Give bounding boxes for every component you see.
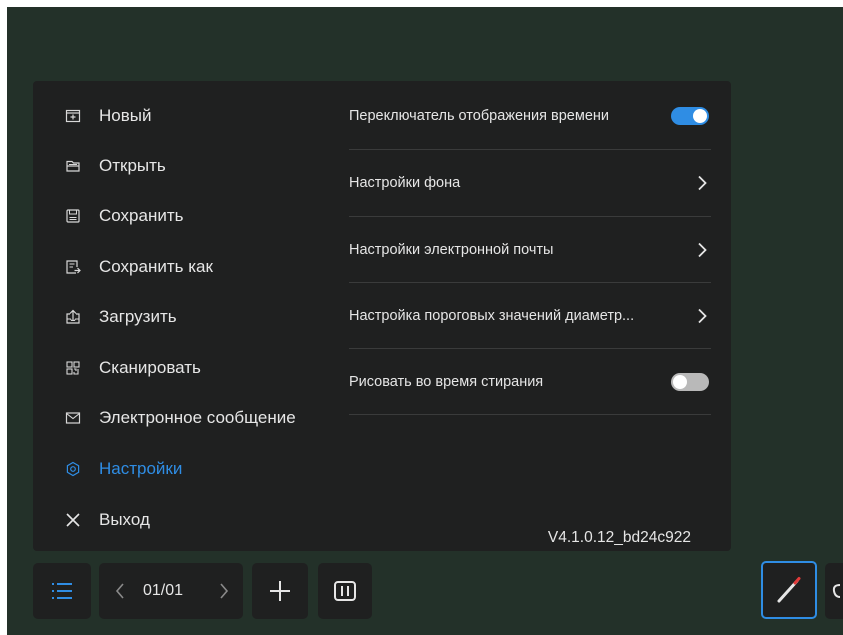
chevron-right-icon [698, 175, 707, 191]
list-menu-icon [52, 583, 72, 599]
chevron-right-icon [698, 242, 707, 258]
menu-item-save[interactable]: Сохранить [33, 194, 333, 238]
menu-item-email[interactable]: Электронное сообщение [33, 396, 333, 440]
menu-item-exit[interactable]: Выход [33, 498, 333, 542]
menu-item-label: Сохранить [99, 206, 184, 225]
menu-item-scan[interactable]: Сканировать [33, 346, 333, 390]
menu-item-label: Сохранить как [99, 257, 213, 276]
menu-item-label: Электронное сообщение [99, 408, 296, 427]
setting-label: Настройки электронной почты [349, 242, 554, 258]
tool-icon [832, 584, 841, 598]
menu-item-label: Загрузить [99, 307, 177, 326]
settings-pane: Переключатель отображения времени Настро… [349, 81, 711, 551]
menu-item-label: Выход [99, 510, 150, 529]
setting-background[interactable]: Настройки фона [349, 150, 711, 216]
pages-overview-button[interactable] [318, 563, 372, 619]
next-tool-button[interactable] [825, 563, 843, 619]
gear-icon [65, 461, 81, 477]
toggle-knob [673, 375, 687, 389]
setting-label: Переключатель отображения времени [349, 108, 609, 124]
toggle-knob [693, 109, 707, 123]
menu-item-save-as[interactable]: Сохранить как [33, 245, 333, 289]
chevron-right-icon [698, 308, 707, 324]
main-menu-panel: Новый Открыть Сохранить Сохранить как За [33, 81, 731, 551]
menu-item-label: Открыть [99, 156, 166, 175]
menu-button[interactable] [33, 563, 91, 619]
time-display-toggle[interactable] [671, 107, 709, 125]
menu-item-upload[interactable]: Загрузить [33, 295, 333, 339]
new-file-icon [65, 108, 81, 124]
pages-overview-icon [334, 581, 356, 601]
setting-time-display: Переключатель отображения времени [349, 83, 711, 149]
menu-item-settings[interactable]: Настройки [33, 447, 333, 491]
prev-page-icon[interactable] [115, 582, 125, 600]
save-icon [65, 208, 81, 224]
setting-draw-while-erase: Рисовать во время стирания [349, 349, 711, 415]
save-as-icon [65, 259, 81, 275]
page-navigator: 01/01 [99, 563, 243, 619]
draw-while-erase-toggle[interactable] [671, 373, 709, 391]
setting-label: Рисовать во время стирания [349, 374, 544, 390]
menu-item-label: Новый [99, 106, 152, 125]
upload-icon [65, 309, 81, 325]
menu-item-new[interactable]: Новый [33, 94, 333, 138]
pen-icon [777, 577, 801, 603]
add-page-button[interactable] [252, 563, 308, 619]
menu-item-open[interactable]: Открыть [33, 144, 333, 188]
page-indicator: 01/01 [143, 582, 184, 599]
setting-diameter-threshold[interactable]: Настройка пороговых значений диаметр... [349, 283, 711, 349]
setting-label: Настройки фона [349, 175, 461, 191]
pen-tool-button[interactable] [761, 561, 817, 619]
open-folder-icon [65, 158, 81, 174]
setting-label: Настройка пороговых значений диаметр... [349, 308, 635, 324]
menu-item-label: Сканировать [99, 358, 201, 377]
scan-qr-icon [65, 360, 81, 376]
version-label: V4.1.0.12_bd24c922 [547, 529, 691, 546]
close-icon [65, 512, 81, 528]
setting-email[interactable]: Настройки электронной почты [349, 217, 711, 283]
next-page-icon[interactable] [219, 582, 229, 600]
plus-icon [270, 581, 290, 601]
divider [349, 414, 711, 415]
mail-icon [65, 410, 81, 426]
menu-item-label: Настройки [99, 459, 183, 478]
main-menu-list: Новый Открыть Сохранить Сохранить как За [33, 81, 333, 551]
